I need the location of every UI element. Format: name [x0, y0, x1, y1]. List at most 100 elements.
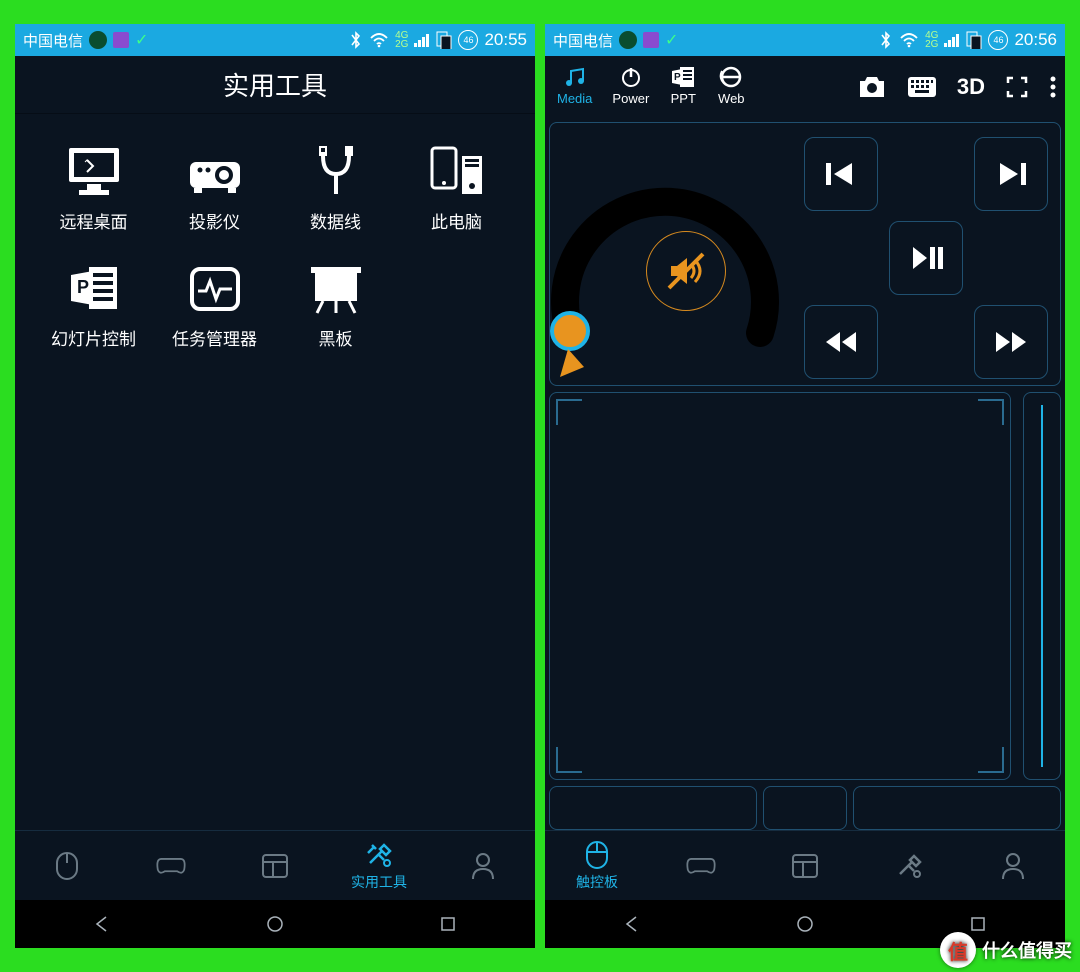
- fast-forward-button[interactable]: [974, 305, 1048, 379]
- keyboard-button[interactable]: [907, 76, 937, 98]
- trackpad[interactable]: [549, 392, 1011, 780]
- mouse-left-button[interactable]: [549, 786, 757, 830]
- mouse-middle-button[interactable]: [763, 786, 847, 830]
- status-app-icon: [89, 31, 107, 49]
- mode-label: Web: [718, 91, 745, 106]
- pc-phone-icon: [426, 144, 488, 200]
- watermark-badge-icon: 值: [940, 932, 976, 968]
- camera-button[interactable]: [857, 75, 887, 99]
- nav-back[interactable]: [90, 912, 114, 936]
- nav-back[interactable]: [620, 912, 644, 936]
- gamepad-icon: [686, 851, 716, 881]
- svg-text:P: P: [674, 72, 681, 83]
- tool-label: 投影仪: [189, 208, 240, 233]
- signal-icon: [944, 33, 960, 47]
- tool-blackboard[interactable]: 黑板: [281, 261, 390, 350]
- tab-gamepad[interactable]: [119, 831, 223, 900]
- monitor-icon: [63, 144, 125, 200]
- network-4g-label: 4G2G: [925, 31, 938, 49]
- layout-icon: [790, 851, 820, 881]
- sim-icon: [966, 31, 982, 49]
- network-4g-label: 4G2G: [395, 31, 408, 49]
- mode-label: PPT: [671, 91, 696, 106]
- mode-label: Power: [612, 91, 649, 106]
- heartbeat-icon: [184, 261, 246, 317]
- play-pause-button[interactable]: [889, 221, 963, 295]
- tool-label: 幻灯片控制: [51, 325, 136, 350]
- tool-remote-desktop[interactable]: 远程桌面: [39, 144, 148, 233]
- tab-tools[interactable]: 实用工具: [327, 831, 431, 900]
- battery-icon: 46: [458, 30, 478, 50]
- corner-indicator: [978, 399, 1004, 425]
- watermark: 值 什么值得买: [940, 932, 1072, 968]
- status-app-icon2: [113, 32, 129, 48]
- tool-data-cable[interactable]: 数据线: [281, 144, 390, 233]
- mode-media[interactable]: Media: [557, 65, 592, 106]
- tab-profile[interactable]: [961, 831, 1065, 900]
- tool-projector[interactable]: 投影仪: [160, 144, 269, 233]
- tab-gamepad[interactable]: [649, 831, 753, 900]
- bluetooth-icon: [879, 31, 893, 49]
- person-icon: [468, 851, 498, 881]
- tab-touchpad[interactable]: [15, 831, 119, 900]
- wrench-icon: [364, 840, 394, 870]
- phone-left: 中国电信 ✓ 4G2G 46 20:55 实用工具: [15, 24, 535, 948]
- 3d-button[interactable]: 3D: [957, 74, 985, 100]
- nav-recent[interactable]: [436, 912, 460, 936]
- bottom-tab-bar: 实用工具: [15, 830, 535, 900]
- wifi-icon: [899, 32, 919, 48]
- tab-tools[interactable]: [857, 831, 961, 900]
- tool-task-manager[interactable]: 任务管理器: [160, 261, 269, 350]
- mode-bar: Media Power P PPT Web 3D: [545, 56, 1065, 118]
- tab-touchpad[interactable]: 触控板: [545, 831, 649, 900]
- mode-power[interactable]: Power: [612, 65, 649, 106]
- status-app-icon: [619, 31, 637, 49]
- ppt-icon: P: [669, 65, 697, 89]
- prev-track-button[interactable]: [804, 137, 878, 211]
- nav-home[interactable]: [263, 912, 287, 936]
- tool-label: 数据线: [310, 208, 361, 233]
- tab-layouts[interactable]: [753, 831, 857, 900]
- powerpoint-icon: P: [63, 261, 125, 317]
- phone-right: 中国电信 ✓ 4G2G 46 20:56 Media Power: [545, 24, 1065, 948]
- rewind-button[interactable]: [804, 305, 878, 379]
- mute-button[interactable]: [646, 231, 726, 311]
- status-bar: 中国电信 ✓ 4G2G 46 20:55: [15, 24, 535, 56]
- battery-icon: 46: [988, 30, 1008, 50]
- usb-cable-icon: [305, 144, 367, 200]
- layout-icon: [260, 851, 290, 881]
- projector-icon: [184, 144, 246, 200]
- speaker-muted-icon: [663, 248, 709, 294]
- bottom-tab-bar: 触控板: [545, 830, 1065, 900]
- tool-slide-control[interactable]: P 幻灯片控制: [39, 261, 148, 350]
- wifi-icon: [369, 32, 389, 48]
- signal-icon: [414, 33, 430, 47]
- mouse-buttons: [549, 786, 1061, 830]
- mouse-icon: [582, 840, 612, 870]
- fullscreen-button[interactable]: [1005, 75, 1029, 99]
- corner-indicator: [556, 399, 582, 425]
- gamepad-icon: [156, 851, 186, 881]
- tool-this-pc[interactable]: 此电脑: [402, 144, 511, 233]
- scroll-strip[interactable]: [1023, 392, 1061, 780]
- more-button[interactable]: [1049, 75, 1057, 99]
- tab-layouts[interactable]: [223, 831, 327, 900]
- tab-profile[interactable]: [431, 831, 535, 900]
- ie-icon: [717, 65, 745, 89]
- media-panel: [549, 122, 1061, 386]
- clock-label: 20:56: [1014, 30, 1057, 50]
- shield-icon: ✓: [135, 30, 148, 50]
- corner-indicator: [556, 747, 582, 773]
- scroll-indicator: [1041, 405, 1043, 767]
- mouse-right-button[interactable]: [853, 786, 1061, 830]
- mode-ppt[interactable]: P PPT: [669, 65, 697, 106]
- shield-icon: ✓: [665, 30, 678, 50]
- tool-label: 黑板: [319, 325, 353, 350]
- next-track-button[interactable]: [974, 137, 1048, 211]
- nav-home[interactable]: [793, 912, 817, 936]
- svg-text:P: P: [77, 277, 89, 297]
- carrier-label: 中国电信: [23, 30, 83, 51]
- mouse-icon: [52, 851, 82, 881]
- mode-web[interactable]: Web: [717, 65, 745, 106]
- tab-label: 实用工具: [351, 872, 407, 892]
